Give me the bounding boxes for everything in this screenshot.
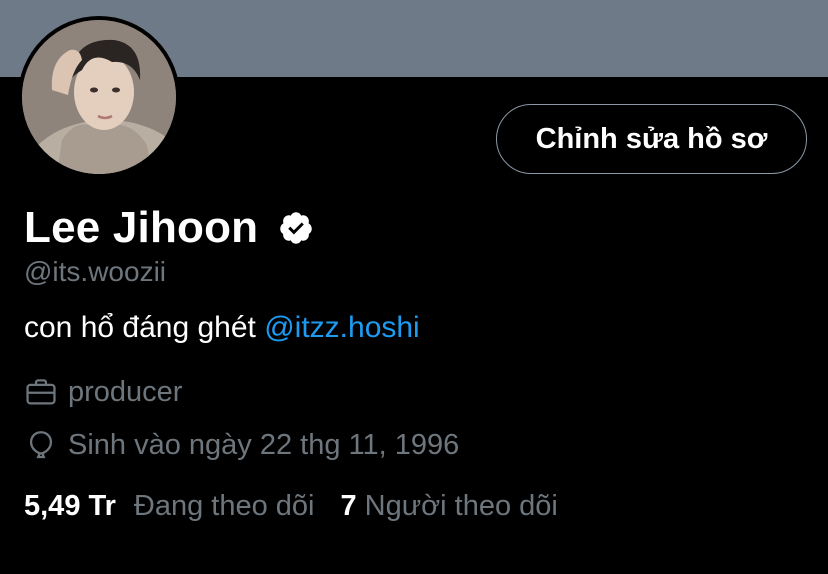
following-link[interactable]: 5,49 Tr Đang theo dõi	[24, 490, 315, 523]
followers-label: Người theo dõi	[364, 490, 558, 522]
profile-birthdate: Sinh vào ngày 22 thg 11, 1996	[24, 428, 459, 462]
balloon-icon	[24, 428, 58, 462]
name-row: Lee Jihoon	[24, 200, 314, 256]
birth-text: Sinh vào ngày 22 thg 11, 1996	[68, 428, 460, 461]
edit-profile-button[interactable]: Chỉnh sửa hồ sơ	[496, 104, 807, 174]
following-label: Đang theo dõi	[133, 490, 315, 522]
followers-count: 7	[340, 490, 357, 522]
profile-job: producer	[24, 375, 182, 409]
job-text: producer	[68, 375, 183, 408]
bio-text: con hổ đáng ghét	[24, 311, 265, 344]
bio-mention-link[interactable]: @itzz.hoshi	[264, 311, 420, 344]
profile-avatar[interactable]	[18, 16, 180, 178]
profile-bio: con hổ đáng ghét @itzz.hoshi	[24, 311, 420, 345]
follow-stats: 5,49 Tr Đang theo dõi 7 Người theo dõi	[24, 490, 558, 523]
profile-handle: @its.woozii	[24, 256, 167, 287]
display-name: Lee Jihoon	[24, 203, 259, 252]
verified-badge-icon	[278, 210, 314, 246]
avatar-photo	[22, 20, 176, 174]
briefcase-icon	[24, 375, 58, 409]
followers-link[interactable]: 7 Người theo dõi	[341, 490, 558, 523]
following-count: 5,49 Tr	[24, 490, 116, 522]
